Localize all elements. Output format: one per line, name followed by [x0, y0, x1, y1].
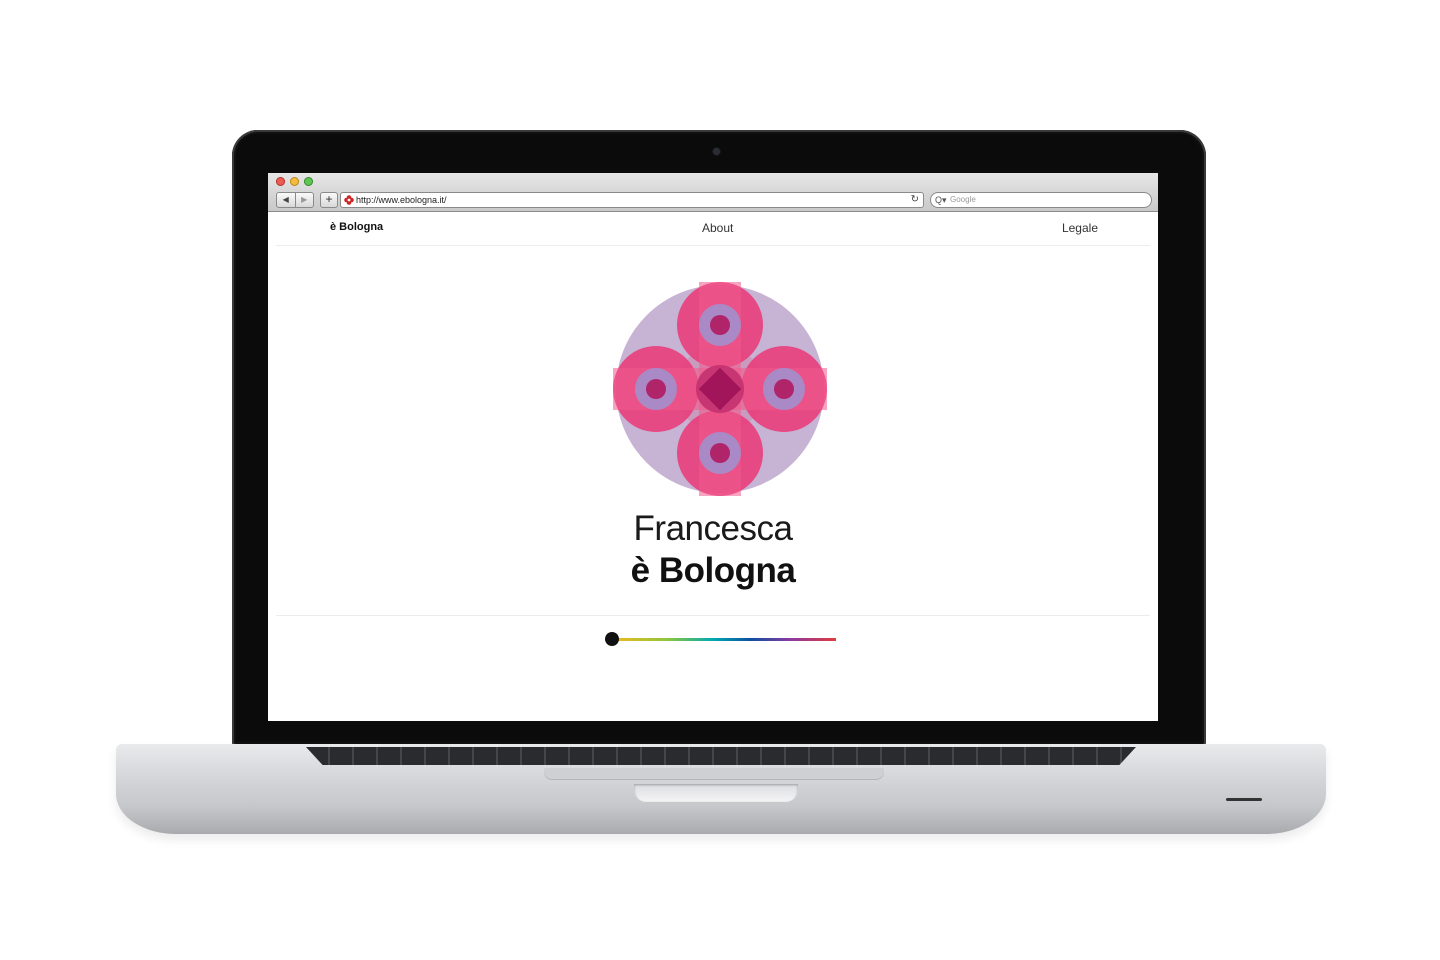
- screen: ◀ ▶ + http://www.ebologna.it/ ↻ Q▾ Googl…: [268, 173, 1158, 721]
- timeline-handle[interactable]: [605, 632, 619, 646]
- search-field[interactable]: Q▾ Google: [930, 192, 1152, 208]
- divider: [276, 615, 1150, 616]
- lid-opening-notch: [634, 784, 798, 802]
- search-icon: Q▾: [935, 195, 947, 205]
- sleep-indicator: [1226, 798, 1262, 801]
- reload-icon[interactable]: ↻: [911, 193, 919, 207]
- trackpad: [544, 768, 884, 780]
- search-placeholder: Google: [950, 195, 976, 204]
- webcam: [713, 148, 720, 155]
- hero-tagline: è Bologna: [630, 551, 796, 590]
- zoom-window-button[interactable]: [304, 177, 313, 186]
- minimize-window-button[interactable]: [290, 177, 299, 186]
- address-bar[interactable]: http://www.ebologna.it/ ↻: [340, 192, 924, 208]
- close-window-button[interactable]: [276, 177, 285, 186]
- browser-toolbar: ◀ ▶ + http://www.ebologna.it/ ↻ Q▾ Googl…: [268, 173, 1158, 212]
- nav-legale-link[interactable]: Legale: [1062, 221, 1098, 235]
- timeline-track[interactable]: [612, 638, 836, 641]
- laptop-base: [116, 744, 1326, 834]
- forward-button[interactable]: ▶: [294, 193, 314, 207]
- history-buttons: ◀ ▶: [276, 192, 314, 208]
- nav-about-link[interactable]: About: [702, 221, 733, 235]
- hero-name: Francesca: [633, 509, 793, 548]
- back-button[interactable]: ◀: [277, 193, 295, 207]
- keyboard: [306, 747, 1136, 765]
- laptop-lid: ◀ ▶ + http://www.ebologna.it/ ↻ Q▾ Googl…: [232, 130, 1206, 746]
- favicon-icon: [344, 195, 354, 205]
- add-bookmark-button[interactable]: +: [320, 192, 338, 208]
- site-header: è Bologna About Legale: [276, 211, 1150, 246]
- brand-link[interactable]: è Bologna: [330, 221, 383, 233]
- flower-logo-icon: [613, 282, 827, 496]
- url-text: http://www.ebologna.it/: [356, 195, 447, 205]
